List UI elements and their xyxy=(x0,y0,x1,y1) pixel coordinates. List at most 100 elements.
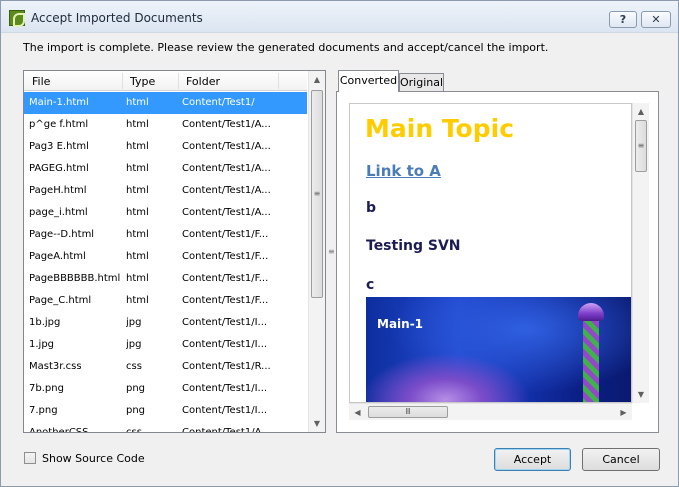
preview-vertical-scrollbar[interactable]: ▲ ≡ ▼ xyxy=(632,103,649,403)
show-source-code-checkbox[interactable] xyxy=(24,452,36,464)
splitter-handle[interactable]: ≡ xyxy=(328,247,335,257)
preview-text-b: b xyxy=(366,200,377,216)
file-type-cell: css xyxy=(126,361,142,372)
preview-horizontal-scrollbar[interactable]: ◀ Ⅲ ▶ xyxy=(349,403,632,420)
file-type-cell: html xyxy=(126,295,149,306)
scroll-up-arrow-icon[interactable]: ▲ xyxy=(633,103,649,120)
scroll-thumb[interactable]: ≡ xyxy=(311,90,323,298)
table-row[interactable]: PageBBBBBB.html html Content/Test1/F... xyxy=(24,268,307,290)
scroll-thumb[interactable]: Ⅲ xyxy=(368,406,448,418)
file-name-cell: Main-1.html xyxy=(29,97,89,108)
tab-converted-label: Converted xyxy=(339,74,398,87)
tower-top xyxy=(578,303,604,321)
table-row[interactable]: Mast3r.css css Content/Test1/R... xyxy=(24,356,307,378)
table-row[interactable]: AnotherCSS... css Content/Test1/A... xyxy=(24,422,307,432)
file-type-cell: html xyxy=(126,185,149,196)
file-type-cell: png xyxy=(126,383,146,394)
grip-icon: Ⅲ xyxy=(405,407,411,416)
table-row[interactable]: PAGEG.html html Content/Test1/A... xyxy=(24,158,307,180)
title-bar: Accept Imported Documents ? ✕ xyxy=(1,1,678,33)
preview-text-c: c xyxy=(366,277,375,293)
folder-cell: Content/Test1/I... xyxy=(182,383,268,394)
tab-original[interactable]: Original xyxy=(399,73,444,92)
show-source-code-label[interactable]: Show Source Code xyxy=(42,452,145,465)
table-row[interactable]: PageH.html html Content/Test1/A... xyxy=(24,180,307,202)
folder-cell: Content/Test1/F... xyxy=(182,295,269,306)
column-header-type[interactable]: Type xyxy=(130,75,155,88)
file-type-cell: html xyxy=(126,163,149,174)
file-name-cell: 7b.png xyxy=(29,383,64,394)
scroll-down-arrow-icon[interactable]: ▼ xyxy=(633,386,649,403)
column-header-file[interactable]: File xyxy=(32,75,50,88)
folder-cell: Content/Test1/F... xyxy=(182,229,269,240)
app-logo-icon xyxy=(9,10,25,27)
column-divider[interactable] xyxy=(122,73,123,89)
file-type-cell: html xyxy=(126,273,149,284)
folder-cell: Content/Test1/I... xyxy=(182,405,268,416)
list-header: File Type Folder xyxy=(24,71,307,91)
intro-text: The import is complete. Please review th… xyxy=(23,41,549,54)
table-row[interactable]: p^ge f.html html Content/Test1/A... xyxy=(24,114,307,136)
folder-cell: Content/Test1/F... xyxy=(182,251,269,262)
file-name-cell: AnotherCSS... xyxy=(29,422,121,432)
folder-cell: Content/Test1/A... xyxy=(182,119,271,130)
accept-button[interactable]: Accept xyxy=(494,448,571,471)
table-row[interactable]: 7.png png Content/Test1/I... xyxy=(24,400,307,422)
tower-graphic xyxy=(576,297,606,402)
file-name-cell: 1b.jpg xyxy=(29,317,61,328)
cancel-button[interactable]: Cancel xyxy=(582,448,660,471)
file-type-cell: jpg xyxy=(126,339,142,350)
tower-body xyxy=(583,321,599,402)
list-vertical-scrollbar[interactable]: ▲ ≡ ▼ xyxy=(308,71,325,432)
file-type-cell: jpg xyxy=(126,317,142,328)
file-name-cell: PageH.html xyxy=(29,185,87,196)
file-type-cell: html xyxy=(126,207,149,218)
scroll-down-arrow-icon[interactable]: ▼ xyxy=(309,415,325,432)
table-row[interactable]: Main-1.html html Content/Test1/ xyxy=(24,92,307,114)
scroll-right-arrow-icon[interactable]: ▶ xyxy=(615,404,632,421)
folder-cell: Content/Test1/I... xyxy=(182,317,268,328)
table-row[interactable]: Page_C.html html Content/Test1/F... xyxy=(24,290,307,312)
column-divider[interactable] xyxy=(278,73,279,89)
file-type-cell: html xyxy=(126,229,149,240)
help-button[interactable]: ? xyxy=(609,11,637,28)
close-button[interactable]: ✕ xyxy=(641,11,671,28)
table-row[interactable]: Pag3 E.html html Content/Test1/A... xyxy=(24,136,307,158)
file-type-cell: html xyxy=(126,141,149,152)
file-type-cell: html xyxy=(126,119,149,130)
table-row[interactable]: Page--D.html html Content/Test1/F... xyxy=(24,224,307,246)
folder-cell: Content/Test1/F... xyxy=(182,273,269,284)
tab-converted[interactable]: Converted xyxy=(338,70,399,92)
table-row[interactable]: PageA.html html Content/Test1/F... xyxy=(24,246,307,268)
folder-cell: Content/Test1/A... xyxy=(182,207,271,218)
scroll-left-arrow-icon[interactable]: ◀ xyxy=(349,404,366,421)
window-title: Accept Imported Documents xyxy=(31,11,203,25)
file-type-cell: png xyxy=(126,405,146,416)
tab-original-label: Original xyxy=(400,76,444,89)
folder-cell: Content/Test1/ xyxy=(182,97,255,108)
list-rows: Main-1.html html Content/Test1/p^ge f.html… xyxy=(24,92,307,432)
table-row[interactable]: 7b.png png Content/Test1/I... xyxy=(24,378,307,400)
file-name-cell: Page--D.html xyxy=(29,229,95,240)
scroll-up-arrow-icon[interactable]: ▲ xyxy=(309,71,325,88)
column-header-folder[interactable]: Folder xyxy=(186,75,220,88)
preview-image-caption: Main-1 xyxy=(377,317,424,331)
preview-link[interactable]: Link to A xyxy=(366,162,441,180)
accept-imported-documents-dialog: Accept Imported Documents ? ✕ The import… xyxy=(0,0,679,487)
preview-panel: Main Topic Link to A b Testing SVN c Mai… xyxy=(336,91,659,433)
file-name-cell: PageA.html xyxy=(29,251,86,262)
column-divider[interactable] xyxy=(178,73,179,89)
table-row[interactable]: 1.jpg jpg Content/Test1/I... xyxy=(24,334,307,356)
scroll-thumb[interactable]: ≡ xyxy=(635,120,647,172)
folder-cell: Content/Test1/I... xyxy=(182,339,268,350)
grip-icon: ≡ xyxy=(313,189,321,198)
table-row[interactable]: 1b.jpg jpg Content/Test1/I... xyxy=(24,312,307,334)
document-preview: Main Topic Link to A b Testing SVN c Mai… xyxy=(349,103,632,403)
file-name-cell: Pag3 E.html xyxy=(29,141,89,152)
file-type-cell: html xyxy=(126,97,149,108)
preview-heading: Main Topic xyxy=(365,114,515,143)
file-name-cell: 7.png xyxy=(29,405,58,416)
table-row[interactable]: page_i.html html Content/Test1/A... xyxy=(24,202,307,224)
imported-files-list: File Type Folder Main-1.html html Content/… xyxy=(23,70,326,433)
folder-cell: Content/Test1/A... xyxy=(182,163,271,174)
